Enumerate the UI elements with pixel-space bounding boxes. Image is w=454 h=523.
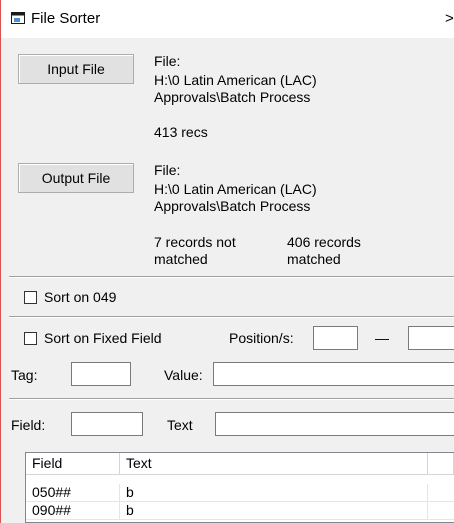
sort-049-label: Sort on 049 [44,289,117,305]
table-cell-field: 050## [26,484,120,501]
separator [9,276,454,278]
fields-table[interactable]: Field Text 050## b 090## b [25,452,454,523]
sort-049-checkbox[interactable] [24,291,37,304]
not-matched-line2: matched [154,251,208,267]
input-record-count: 413 recs [154,124,208,140]
text-label: Text [167,417,193,433]
table-row[interactable]: 090## b [26,502,454,520]
position-label: Position/s: [229,330,294,346]
input-file-path-line1: H:\0 Latin American (LAC) [154,72,317,88]
not-matched-line1: 7 records not [154,234,236,250]
output-file-button[interactable]: Output File [18,163,134,193]
value-input[interactable] [213,362,454,386]
table-header: Field Text [26,453,454,475]
sort-fixed-field-checkbox[interactable] [24,332,37,345]
separator [9,316,454,318]
table-cell-field: 090## [26,502,120,519]
title-bar: File Sorter > [1,0,454,38]
value-label: Value: [164,367,203,383]
output-file-path-line2: Approvals\Batch Process [154,198,311,214]
table-cell-text: b [120,502,428,519]
input-file-label: File: [154,53,181,69]
window-icon [11,12,25,24]
input-file-path-line2: Approvals\Batch Process [154,89,311,105]
file-sorter-window: File Sorter > Input File File: H:\0 Lati… [0,0,454,523]
input-file-button[interactable]: Input File [18,54,134,84]
text-input[interactable] [215,412,454,436]
field-label: Field: [11,417,46,433]
output-file-label: File: [154,162,181,178]
table-cell-text: b [120,484,428,501]
close-icon[interactable]: > [445,10,454,27]
output-file-path-line1: H:\0 Latin American (LAC) [154,181,317,197]
window-title: File Sorter [31,10,101,27]
tag-input[interactable] [71,362,131,386]
position-from-input[interactable] [313,326,358,350]
table-row[interactable]: 050## b [26,484,454,502]
separator [9,398,454,400]
column-header-extra [428,453,454,474]
sort-fixed-field-label: Sort on Fixed Field [44,330,162,346]
position-dash: — [375,330,389,346]
column-header-field[interactable]: Field [26,453,120,474]
field-input[interactable] [71,412,143,436]
matched-line2: matched [287,251,341,267]
position-to-input[interactable] [408,326,454,350]
matched-line1: 406 records [287,234,361,250]
column-header-text[interactable]: Text [120,453,428,474]
tag-label: Tag: [11,367,38,383]
